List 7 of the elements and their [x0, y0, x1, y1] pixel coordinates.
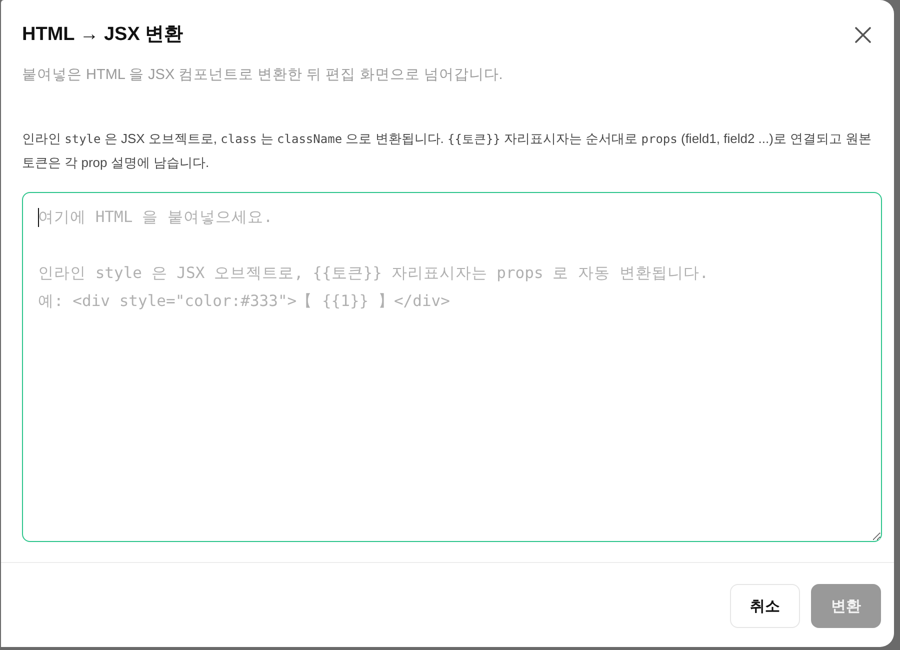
info-text: 인라인 style 은 JSX 오브젝트로, class 는 className 으로 변환됩니다. {{토큰}} 자리표시자는 순서대로 props (field1, field2 ...)로 연결되고 원본 토큰은 각 prop 설명에 남습니다. — [22, 130, 873, 172]
close-icon — [855, 27, 871, 43]
text-cursor-icon — [38, 208, 39, 227]
dialog-subtitle: 붙여넣은 HTML 을 JSX 컴포넌트로 변환한 뒤 편집 화면으로 넘어갑니다. — [22, 66, 504, 85]
html-input-field[interactable]: 여기에 HTML 을 붙여넣으세요. 인라인 style 은 JSX 오브젝트로, {{토큰}} 자리표시자는 props 로 자동 변환됩니다. 예: <div style="color:#333">【 {{1}} 】</div> — [22, 192, 882, 542]
dialog-title: HTML → JSX 변환 — [22, 23, 184, 47]
cancel-button[interactable]: 취소 — [730, 584, 800, 628]
